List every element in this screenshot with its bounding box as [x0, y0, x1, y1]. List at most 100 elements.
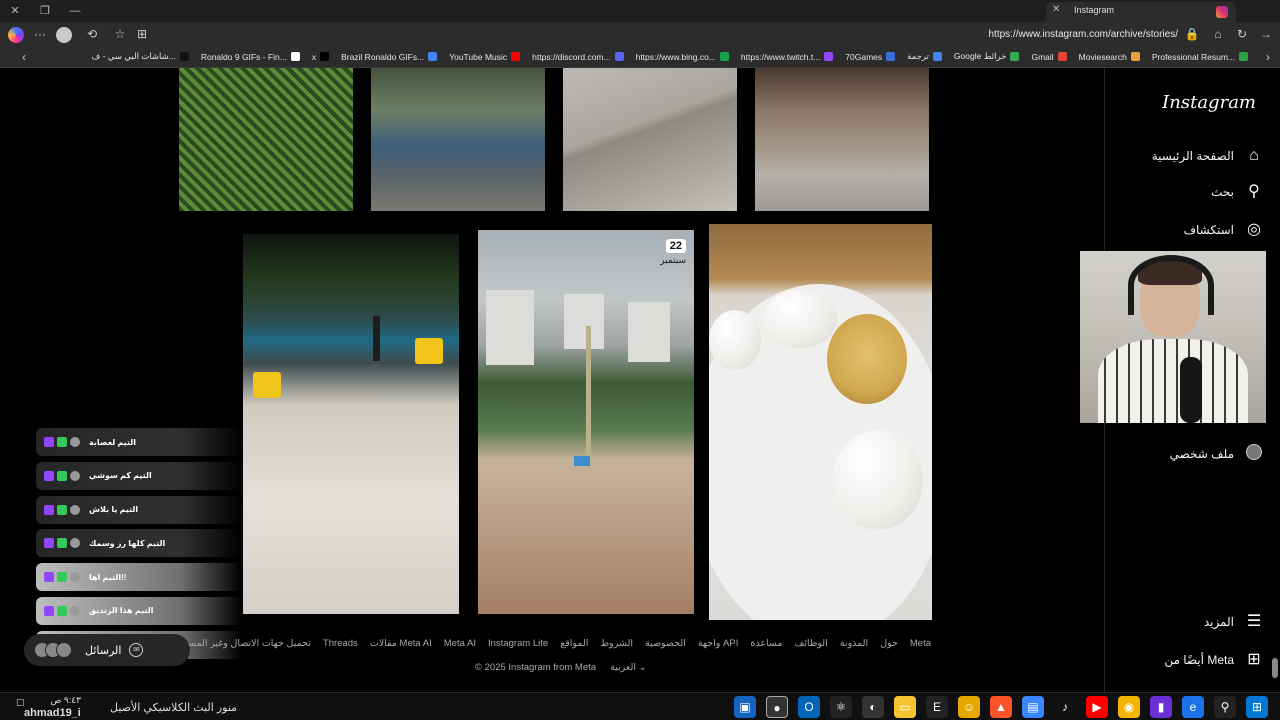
bookmark-item[interactable]: YouTube Music — [449, 52, 521, 62]
bookmark-item[interactable]: Google خرائط — [954, 51, 1020, 62]
edge-icon[interactable]: e — [1182, 696, 1204, 718]
start-icon[interactable]: ⊞ — [1246, 696, 1268, 718]
bookmark-favicon-icon — [719, 52, 729, 61]
footer-link[interactable]: المدونة — [840, 638, 868, 649]
back-arrow-icon[interactable]: → — [1258, 27, 1274, 41]
story-eggs-photo[interactable] — [709, 224, 932, 620]
footer-link[interactable]: Meta — [910, 638, 931, 649]
file-explorer-icon[interactable]: ▭ — [894, 696, 916, 718]
story-pool-photo[interactable] — [243, 234, 459, 614]
minimize-window-icon[interactable]: — — [68, 4, 82, 18]
bookmark-item[interactable]: ترجمة — [907, 51, 942, 62]
messages-button[interactable]: الرسائل ✉ — [24, 634, 190, 666]
chat-message: التيم هذا الزنديق — [36, 596, 242, 625]
yellow-chair — [415, 338, 443, 364]
bookmark-favicon-icon — [320, 52, 330, 61]
browser-tab[interactable]: ✕ Instagram — [1046, 2, 1236, 22]
nav-profile[interactable]: ملف شخصي — [1170, 444, 1264, 464]
verified-badge-icon — [57, 605, 67, 616]
user-badge-icon — [70, 605, 80, 616]
app-icon[interactable]: ◐ — [862, 696, 884, 718]
nav-also-from-meta[interactable]: أيضًا من Meta ⊞ — [1164, 650, 1264, 670]
nav-more[interactable]: المزيد ☰ — [1204, 612, 1264, 632]
discord-icon[interactable]: ☺ — [958, 696, 980, 718]
settings-icon[interactable]: ▣ — [734, 696, 756, 718]
profile-avatar-icon[interactable] — [56, 27, 72, 43]
twitch-icon[interactable]: ▮ — [1150, 696, 1172, 718]
copyright-text: © 2025 Instagram from Meta — [475, 662, 597, 673]
twitch-badge-icon — [44, 504, 54, 515]
story-buildings-photo[interactable]: 22 سبتمبر — [478, 230, 694, 614]
nav-search[interactable]: بحث ⚲ — [1211, 182, 1264, 202]
extensions-icon[interactable]: ⟲ — [84, 27, 100, 41]
epic-games-icon[interactable]: E — [926, 696, 948, 718]
bookmark-item[interactable]: https://discord.com... — [532, 52, 624, 62]
browser-titlebar: ✕ ❐ — + ✕ Instagram — [0, 0, 1280, 22]
bookmark-item[interactable]: 70Games — [845, 51, 896, 62]
instagram-logo[interactable]: Instagram — [1162, 92, 1256, 113]
footer-link[interactable]: الوظائف — [794, 638, 827, 649]
bookmark-item[interactable]: Professional Resum... — [1152, 52, 1248, 62]
favorites-star-icon[interactable]: ☆ — [112, 27, 128, 41]
search-icon[interactable]: ⚲ — [1214, 696, 1236, 718]
bookmark-label: 70Games — [845, 51, 883, 62]
outlook-icon[interactable]: O — [798, 696, 820, 718]
bookmarks-scroll-left-icon[interactable]: ‹ — [16, 50, 32, 64]
tiktok-icon[interactable]: ♪ — [1054, 696, 1076, 718]
bookmark-favicon-icon — [290, 52, 300, 61]
menu-icon: ☰ — [1246, 613, 1262, 630]
story-thumbnail[interactable] — [371, 68, 545, 211]
language-select[interactable]: العربية ⌄ — [610, 662, 647, 673]
footer-link[interactable]: الخصوصية — [645, 638, 686, 649]
url-field[interactable]: https://www.instagram.com/archive/storie… — [988, 29, 1178, 40]
webcam-overlay — [1080, 251, 1266, 423]
bookmark-label: Moviesearch — [1078, 51, 1127, 62]
nav-search-label: بحث — [1211, 185, 1234, 199]
bookmark-item[interactable]: شاشات البي سي - ف... — [91, 51, 189, 62]
bookmark-item[interactable]: x — [312, 52, 330, 62]
footer-link[interactable]: واجهة API — [698, 638, 739, 649]
nav-explore[interactable]: استكشاف ◎ — [1184, 220, 1264, 240]
footer-link[interactable]: Instagram Lite — [488, 638, 548, 649]
brave-icon[interactable]: ▲ — [990, 696, 1012, 718]
more-menu-icon[interactable]: ··· — [32, 27, 48, 41]
bookmark-item[interactable]: Gmail — [1031, 52, 1067, 62]
footer-link[interactable]: الشروط — [600, 638, 633, 649]
footer-link[interactable]: مساعدة — [750, 638, 782, 649]
address-bar: ··· ⟲ ☆ ⊞ https://www.instagram.com/arch… — [0, 22, 1280, 48]
bookmark-item[interactable]: https://www.twitch.t... — [741, 52, 834, 62]
close-tab-icon[interactable]: ✕ — [1052, 4, 1060, 15]
story-thumbnail[interactable] — [563, 68, 737, 211]
chrome-icon[interactable]: ◉ — [1118, 696, 1140, 718]
bookmark-item[interactable]: https://www.bing.co... — [636, 52, 729, 62]
home-icon[interactable]: ⌂ — [1210, 27, 1226, 41]
copilot-icon[interactable] — [8, 27, 24, 43]
footer-link[interactable]: Meta AI — [444, 638, 476, 649]
restore-window-icon[interactable]: ❐ — [38, 4, 52, 18]
obs-icon[interactable]: ● — [766, 696, 788, 718]
bookmark-item[interactable]: Moviesearch — [1079, 52, 1140, 62]
bookmark-favicon-icon — [932, 52, 942, 61]
chat-message: التيم كم سوشي — [36, 461, 242, 490]
store-icon[interactable]: ▤ — [1022, 696, 1044, 718]
page-scrollbar[interactable] — [1272, 658, 1278, 678]
react-icon[interactable]: ⚛ — [830, 696, 852, 718]
collections-icon[interactable]: ⊞ — [134, 27, 150, 41]
footer-link[interactable]: Threads — [323, 638, 358, 649]
bookmark-item[interactable]: Ronaldo 9 GIFs - Fin... — [201, 52, 300, 62]
lock-icon[interactable]: 🔒 — [1184, 27, 1200, 41]
bookmark-favicon-icon — [428, 52, 438, 61]
story-thumbnail[interactable] — [179, 68, 353, 211]
nav-home[interactable]: الصفحة الرئيسية ⌂ — [1152, 146, 1264, 166]
footer-link[interactable]: حول — [880, 638, 898, 649]
user-badge-icon — [70, 437, 80, 447]
footer-link[interactable]: المواقع — [560, 638, 588, 649]
lamp-post — [373, 316, 380, 361]
footer-link[interactable]: مقالات Meta AI — [370, 638, 432, 649]
refresh-icon[interactable]: ↻ — [1234, 27, 1250, 41]
close-window-icon[interactable]: ✕ — [8, 4, 22, 18]
youtube-icon[interactable]: ▶ — [1086, 696, 1108, 718]
bookmarks-overflow-icon[interactable]: › — [1260, 50, 1276, 64]
story-thumbnail[interactable] — [755, 68, 929, 211]
bookmark-item[interactable]: Brazil Ronaldo GIFs... — [341, 52, 438, 62]
